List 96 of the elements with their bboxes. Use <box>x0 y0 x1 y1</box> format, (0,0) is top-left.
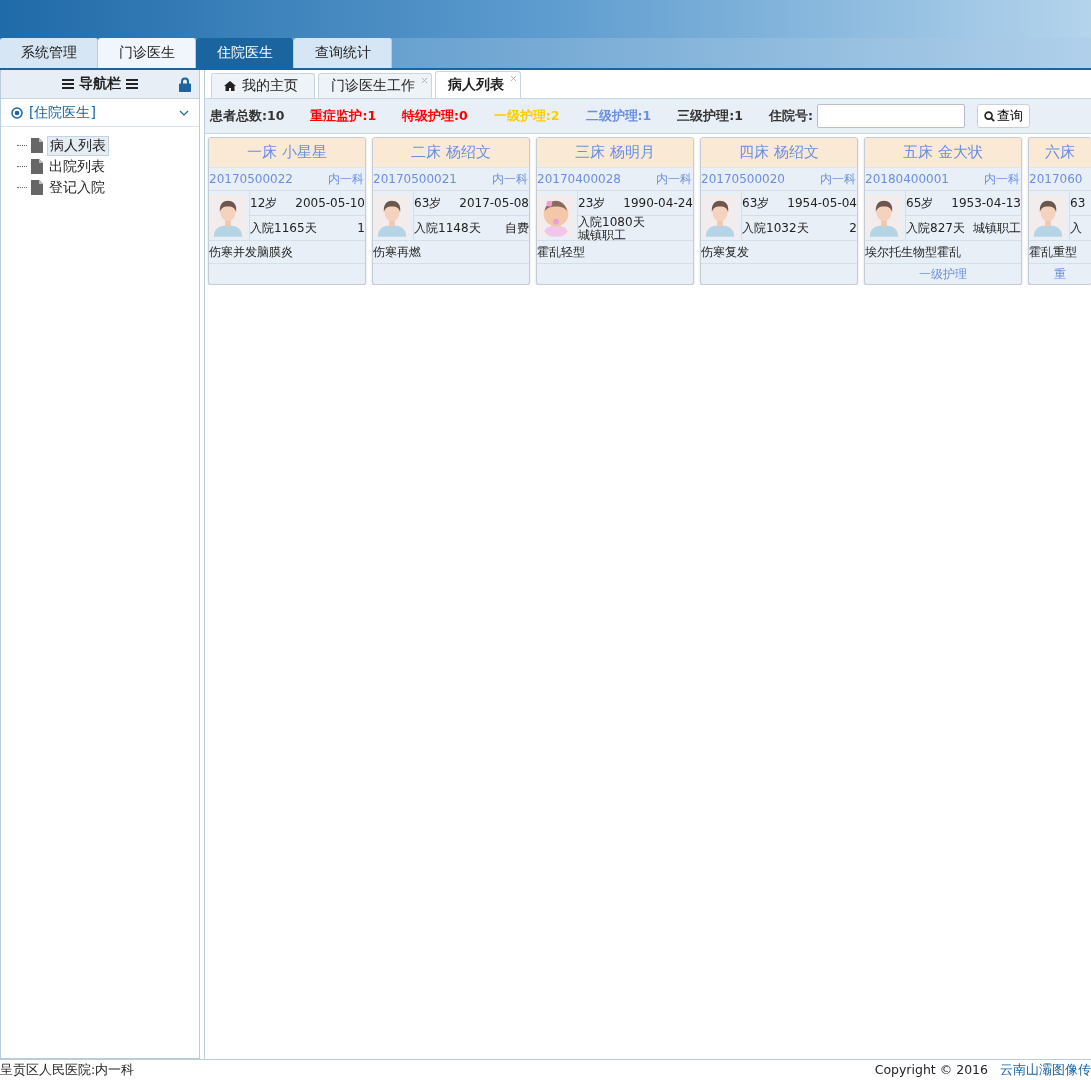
tree-item[interactable]: 病人列表 <box>47 135 109 156</box>
tree-item[interactable]: 出院列表 <box>47 157 107 176</box>
copyright-text: Copyright © 2016 <box>874 1061 988 1079</box>
company-link[interactable]: 云南山灞图像传 <box>1000 1061 1091 1079</box>
department-label: 内一科 <box>820 170 856 188</box>
file-icon <box>31 138 43 153</box>
patient-id: 20180400001 <box>865 172 949 186</box>
section-label: [住院医生] <box>29 103 97 122</box>
admission-days: 入院1165天 <box>250 221 317 235</box>
patient-card[interactable]: 三床 杨明月 20170400028 内一科 23岁 1990-04-24 入院1080天 城镇职工 霍乱轻型 <box>536 137 694 285</box>
baby-avatar-icon <box>538 194 574 237</box>
diagnosis-label: 霍乱重型 <box>1029 243 1077 261</box>
card-title: 二床 杨绍文 <box>373 138 529 168</box>
card-title: 四床 杨绍文 <box>701 138 857 168</box>
age-label: 63 <box>1070 196 1086 210</box>
age-label: 12岁 <box>250 194 278 212</box>
avatar-icon <box>702 194 738 237</box>
department-label: 内一科 <box>328 170 364 188</box>
diagnosis-label: 霍乱轻型 <box>537 243 585 261</box>
nursing-level: 一级护理 <box>919 265 967 283</box>
card-title: 六床 <box>1029 138 1091 168</box>
patient-id: 20170500022 <box>209 172 293 186</box>
admission-days: 入院1148天 <box>414 221 481 235</box>
age-label: 23岁 <box>578 194 606 212</box>
patient-id: 20170400028 <box>537 172 621 186</box>
avatar-icon <box>210 194 246 237</box>
file-icon <box>31 159 43 174</box>
card-title: 五床 金大状 <box>865 138 1021 168</box>
patient-id: 20170500020 <box>701 172 785 186</box>
avatar-icon <box>866 194 902 237</box>
admission-days: 入院1032天 <box>742 221 809 235</box>
menu-tab[interactable]: 查询统计 <box>294 38 392 68</box>
age-label: 63岁 <box>742 194 770 212</box>
payment-type: 2 <box>849 221 857 235</box>
search-button[interactable]: 查询 <box>976 104 1030 128</box>
avatar-icon <box>1030 194 1066 237</box>
menu-tab[interactable]: 住院医生 <box>196 38 294 68</box>
department-label: 内一科 <box>984 170 1020 188</box>
sidebar-title: 导航栏 <box>79 75 121 93</box>
stat-label: 患者总数:10 <box>210 107 285 125</box>
diagnosis-label: 伤寒复发 <box>701 243 749 261</box>
birth-date: 1990-04-24 <box>623 196 693 210</box>
search-icon <box>983 110 995 122</box>
chevron-icon <box>179 109 189 116</box>
stat-label: 一级护理:2 <box>493 107 560 125</box>
birth-date: 1953-04-13 <box>951 196 1021 210</box>
payment-type: 城镇职工 <box>578 229 626 242</box>
payment-type: 城镇职工 <box>973 221 1021 235</box>
department-label: 内一科 <box>492 170 528 188</box>
home-icon <box>224 81 236 91</box>
radio-icon <box>11 106 23 119</box>
admission-days: 入院827天 <box>906 221 965 235</box>
page-tab[interactable]: 我的主页 <box>211 73 315 98</box>
input-field[interactable] <box>816 104 965 128</box>
field-label: 住院号: <box>768 107 813 125</box>
patient-card[interactable]: 四床 杨绍文 20170500020 内一科 63岁 1954-05-04 入院1032天 2 伤寒复发 <box>700 137 858 285</box>
admission-days: 入 <box>1070 221 1082 235</box>
tree-item[interactable]: 登记入院 <box>47 178 107 197</box>
patient-card[interactable]: 一床 小星星 20170500022 内一科 12岁 2005-05-10 入院1165天 1 伤寒并发脑膜炎 <box>208 137 366 285</box>
birth-date: 2017-05-08 <box>459 196 529 210</box>
close-icon[interactable] <box>510 75 517 82</box>
patient-id: 20170500021 <box>373 172 457 186</box>
card-title: 三床 杨明月 <box>537 138 693 168</box>
menu-icon <box>62 79 74 89</box>
department-label: 内一科 <box>656 170 692 188</box>
age-label: 65岁 <box>906 194 934 212</box>
payment-type: 自费 <box>505 221 529 235</box>
age-label: 63岁 <box>414 194 442 212</box>
menu-tab[interactable]: 系统管理 <box>0 38 98 68</box>
payment-type: 1 <box>357 221 365 235</box>
sidebar-section[interactable]: [住院医生] <box>1 99 199 127</box>
card-title: 一床 小星星 <box>209 138 365 168</box>
menu-tab[interactable]: 门诊医生 <box>98 38 196 68</box>
lock-icon[interactable] <box>179 77 191 92</box>
birth-date: 2005-05-10 <box>295 196 365 210</box>
diagnosis-label: 伤寒再燃 <box>373 243 421 261</box>
stat-label: 三级护理:1 <box>677 107 743 125</box>
stat-label: 二级护理:1 <box>585 107 652 125</box>
patient-card[interactable]: 六床 2017060 63 入 霍乱重型 重 <box>1028 137 1091 285</box>
stat-label: 特级护理:0 <box>402 107 468 125</box>
patient-id: 2017060 <box>1029 172 1083 186</box>
menu-icon <box>126 79 138 89</box>
page-tab[interactable]: 病人列表 <box>435 71 521 98</box>
admission-days: 入院1080天 <box>578 216 645 229</box>
file-icon <box>31 180 43 195</box>
diagnosis-label: 伤寒并发脑膜炎 <box>209 243 293 261</box>
birth-date: 1954-05-04 <box>787 196 857 210</box>
patient-card[interactable]: 二床 杨绍文 20170500021 内一科 63岁 2017-05-08 入院1148天 自费 伤寒再燃 <box>372 137 530 285</box>
hospital-label: 呈贡区人民医院:内一科 <box>0 1061 135 1079</box>
page-tab[interactable]: 门诊医生工作 <box>318 73 432 98</box>
close-icon[interactable] <box>421 77 428 84</box>
stat-label: 重症监护:1 <box>310 107 377 125</box>
avatar-icon <box>374 194 410 237</box>
diagnosis-label: 埃尔托生物型霍乱 <box>865 243 961 261</box>
nursing-level: 重 <box>1054 265 1066 283</box>
patient-card[interactable]: 五床 金大状 20180400001 内一科 65岁 1953-04-13 入院827天 城镇职工 埃尔托生物型霍乱 一级护理 <box>864 137 1022 285</box>
